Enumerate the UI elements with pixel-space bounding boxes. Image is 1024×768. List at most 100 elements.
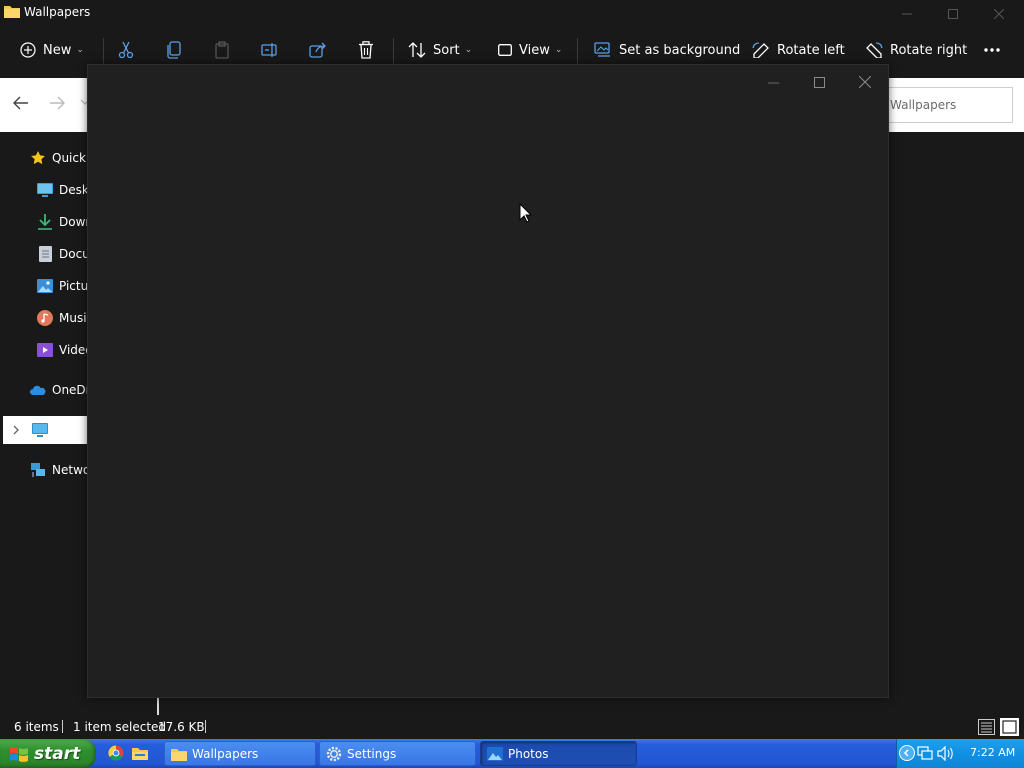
volume-icon[interactable] (937, 746, 954, 761)
file-explorer-icon[interactable] (132, 745, 148, 761)
nav-item-desktop[interactable]: Desktop (0, 176, 90, 204)
maximize-icon (813, 76, 825, 88)
maximize-button[interactable] (930, 0, 976, 28)
folder-icon (4, 6, 20, 18)
nav-item-pictures[interactable]: Pictures (0, 272, 90, 300)
details-view-icon[interactable] (978, 719, 995, 735)
chrome-icon[interactable] (108, 745, 124, 761)
set-as-background-label: Set as background (619, 42, 741, 58)
nav-item-label: Network (52, 463, 90, 477)
this-pc-icon (32, 422, 48, 438)
set-as-background-button[interactable]: Set as background (594, 32, 740, 68)
copy-button[interactable] (166, 32, 182, 68)
large-icons-view-icon[interactable] (1000, 718, 1019, 736)
chevron-down-icon: ⌄ (554, 45, 563, 55)
start-button[interactable]: start (0, 739, 96, 768)
taskbar: start Wallpapers Settings Photos 7:22 AM (0, 739, 1024, 768)
nav-item-onedrive[interactable]: OneDrive (0, 376, 90, 404)
nav-item-label: Music (59, 311, 90, 325)
pictures-icon (37, 278, 53, 294)
rotate-left-button[interactable]: Rotate left (752, 32, 845, 68)
search-input[interactable]: Wallpapers (886, 87, 1013, 123)
view-label: View (519, 42, 550, 58)
taskbar-item-settings[interactable]: Settings (319, 741, 476, 766)
new-button[interactable]: New ⌄ (20, 32, 84, 68)
nav-item-quick-access[interactable]: Quick access (0, 144, 90, 172)
taskbar-item-label: Photos (508, 746, 549, 761)
document-icon (37, 246, 53, 262)
status-divider (205, 720, 206, 733)
status-bar: 6 items 1 item selected 17.6 KB (0, 716, 1024, 738)
toolbar-divider (393, 38, 394, 64)
mouse-pointer-icon (519, 203, 532, 223)
cut-button[interactable] (118, 32, 134, 68)
toolbar-divider (577, 38, 578, 64)
rotate-left-icon (752, 42, 769, 58)
navigation-pane: Quick access Desktop Downloads Documents… (0, 132, 90, 712)
title-bar[interactable]: Wallpapers (0, 0, 1024, 26)
back-arrow-icon[interactable] (12, 95, 30, 111)
close-icon (994, 9, 1004, 19)
system-tray: 7:22 AM (896, 739, 1024, 768)
text-caret (157, 698, 159, 715)
window-title: Wallpapers (24, 5, 91, 19)
star-icon (30, 150, 46, 166)
new-label: New (43, 42, 72, 58)
taskbar-item-wallpapers[interactable]: Wallpapers (164, 741, 316, 766)
download-icon (37, 214, 53, 230)
photos-maximize-button[interactable] (802, 69, 836, 95)
paste-button[interactable] (214, 32, 230, 68)
rename-button[interactable] (261, 32, 279, 68)
more-options-button[interactable] (983, 32, 1001, 68)
scissors-icon (118, 41, 134, 59)
search-placeholder: Wallpapers (890, 98, 957, 112)
folder-icon (171, 748, 187, 761)
network-icon (30, 462, 46, 478)
chevron-down-icon: ⌄ (76, 45, 84, 55)
status-divider (62, 720, 63, 733)
plus-circle-icon (20, 42, 36, 58)
toolbar-divider (103, 38, 104, 64)
show-hidden-icons-button[interactable] (899, 745, 915, 761)
network-status-icon[interactable] (917, 746, 933, 761)
share-button[interactable] (309, 32, 327, 68)
nav-item-label: Pictures (59, 279, 90, 293)
taskbar-item-label: Wallpapers (192, 746, 259, 761)
forward-arrow-icon[interactable] (48, 95, 66, 111)
videos-icon (37, 342, 53, 358)
nav-item-this-pc[interactable] (3, 416, 90, 444)
rotate-right-label: Rotate right (890, 42, 968, 58)
minimize-icon (767, 82, 779, 83)
nav-item-label: OneDrive (52, 383, 90, 397)
selection-size: 17.6 KB (158, 720, 205, 734)
nav-item-label: Desktop (59, 183, 90, 197)
delete-button[interactable] (358, 32, 374, 68)
sort-icon (408, 42, 426, 58)
paste-icon (215, 41, 229, 59)
nav-item-documents[interactable]: Documents (0, 240, 90, 268)
taskbar-item-photos[interactable]: Photos (480, 741, 637, 766)
gear-icon (326, 746, 342, 761)
copy-icon (167, 41, 181, 59)
sort-button[interactable]: Sort ⌄ (408, 32, 472, 68)
desktop-icon (37, 182, 53, 198)
photos-window[interactable] (87, 64, 889, 698)
clock[interactable]: 7:22 AM (970, 746, 1015, 759)
nav-item-label: Documents (59, 247, 90, 261)
share-icon (309, 42, 326, 58)
chevron-left-icon (903, 749, 909, 757)
nav-item-downloads[interactable]: Downloads (0, 208, 90, 236)
view-button[interactable]: View ⌄ (498, 32, 562, 68)
sort-label: Sort (433, 42, 460, 58)
nav-item-network[interactable]: Network (0, 456, 90, 484)
minimize-button[interactable] (884, 0, 930, 28)
photos-minimize-button[interactable] (756, 69, 790, 95)
rotate-right-button[interactable]: Rotate right (865, 32, 967, 68)
nav-item-videos[interactable]: Videos (0, 336, 90, 364)
photos-close-button[interactable] (848, 69, 882, 95)
close-button[interactable] (976, 0, 1022, 28)
nav-item-music[interactable]: Music (0, 304, 90, 332)
more-icon (984, 48, 1000, 52)
close-icon (859, 76, 871, 88)
selection-count: 1 item selected (73, 720, 167, 734)
